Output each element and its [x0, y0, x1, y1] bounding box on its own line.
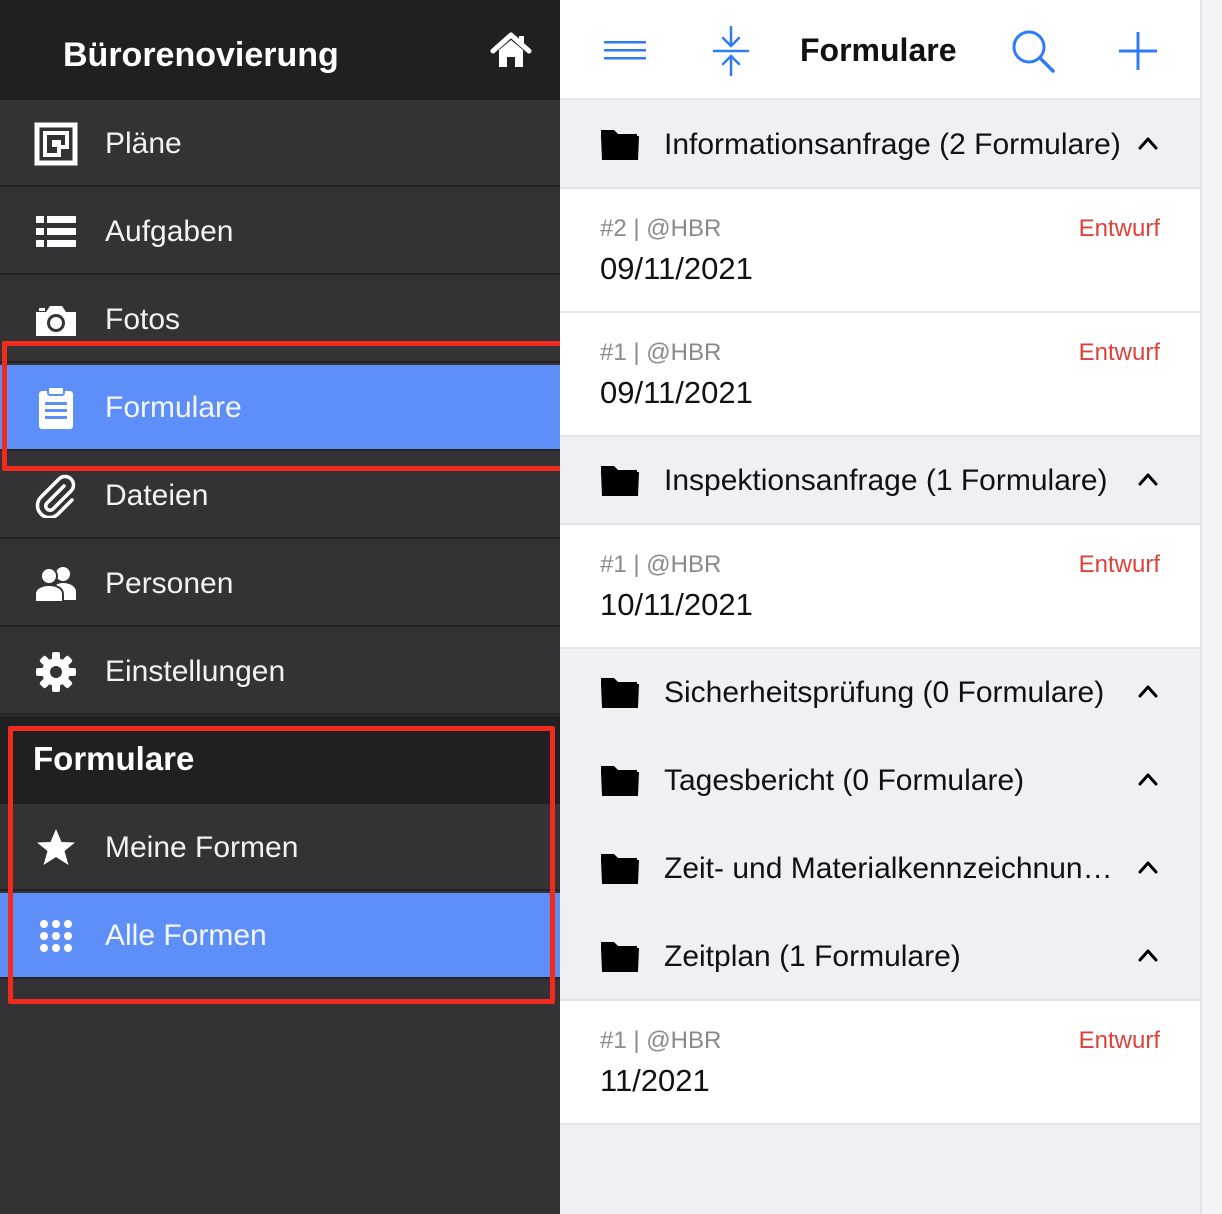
folder-icon	[600, 763, 640, 797]
chevron-up-icon[interactable]	[1136, 769, 1160, 789]
camera-icon	[34, 298, 78, 342]
form-date: 09/11/2021	[600, 251, 753, 286]
form-group-header[interactable]: Inspektionsanfrage (1 Formulare)	[560, 437, 1200, 525]
clipboard-icon	[34, 386, 78, 430]
form-group-header[interactable]: Sicherheitsprüfung (0 Formulare)	[560, 649, 1200, 737]
sidebar-item-label: Einstellungen	[105, 655, 286, 688]
sidebar-item-einstellungen[interactable]: Einstellungen	[0, 629, 560, 715]
sidebar: Bürorenovierung Pläne Aufgaben Fotos For…	[0, 0, 560, 1214]
grid-dots-icon	[34, 914, 78, 958]
form-date: 09/11/2021	[600, 375, 753, 410]
form-group-header[interactable]: Tagesbericht (0 Formulare)	[560, 737, 1200, 825]
form-group-label: Informationsanfrage (2 Formulare)	[664, 128, 1121, 161]
status-badge: Entwurf	[1078, 215, 1160, 242]
status-badge: Entwurf	[1078, 339, 1160, 366]
folder-icon	[600, 675, 640, 709]
sidebar-item-label: Dateien	[105, 479, 209, 512]
sidebar-item-label: Formulare	[105, 391, 242, 424]
people-icon	[34, 562, 78, 606]
section-header: Formulare	[0, 716, 560, 804]
right-edge-panel	[1200, 0, 1222, 1214]
sidebar-item-dateien[interactable]: Dateien	[0, 453, 560, 539]
project-title: Bürorenovierung	[63, 36, 339, 74]
sidebar-item-label: Pläne	[105, 127, 182, 160]
gear-icon	[34, 650, 78, 694]
sidebar-item-label: Meine Formen	[105, 831, 299, 864]
list-icon	[34, 210, 78, 254]
plans-icon	[34, 122, 78, 166]
main-panel: Formulare Informationsanfrage (2 Formula…	[560, 0, 1200, 1214]
form-date: 11/2021	[600, 1063, 710, 1098]
chevron-up-icon[interactable]	[1136, 681, 1160, 701]
folder-icon	[600, 463, 640, 497]
sidebar-item-fotos[interactable]: Fotos	[0, 277, 560, 363]
form-group-label: Zeitplan (1 Formulare)	[664, 940, 961, 973]
sidebar-item-personen[interactable]: Personen	[0, 541, 560, 627]
search-icon[interactable]	[1008, 26, 1058, 76]
star-icon	[34, 826, 78, 870]
form-row[interactable]: #1 | @HBR Entwurf 10/11/2021	[560, 525, 1200, 649]
menu-icon[interactable]	[600, 26, 650, 76]
chevron-up-icon[interactable]	[1136, 945, 1160, 965]
form-group-header[interactable]: Zeitplan (1 Formulare)	[560, 913, 1200, 1001]
sidebar-item-label: Aufgaben	[105, 215, 234, 248]
status-badge: Entwurf	[1078, 1027, 1160, 1054]
chevron-up-icon[interactable]	[1136, 857, 1160, 877]
collapse-icon[interactable]	[706, 25, 756, 77]
form-date: 10/11/2021	[600, 587, 753, 622]
folder-icon	[600, 851, 640, 885]
paperclip-icon	[34, 474, 78, 520]
form-group-label: Tagesbericht (0 Formulare)	[664, 764, 1025, 797]
page-title: Formulare	[800, 32, 957, 68]
sidebar-item-formulare[interactable]: Formulare	[0, 365, 560, 451]
form-meta: #2 | @HBR	[600, 215, 722, 242]
form-group-label: Inspektionsanfrage (1 Formulare)	[664, 464, 1108, 497]
form-row[interactable]: #1 | @HBR Entwurf 09/11/2021	[560, 313, 1200, 437]
sidebar-item-label: Personen	[105, 567, 234, 600]
folder-icon	[600, 127, 640, 161]
sidebar-item-aufgaben[interactable]: Aufgaben	[0, 189, 560, 275]
form-meta: #1 | @HBR	[600, 339, 722, 366]
home-icon[interactable]	[490, 30, 532, 72]
form-group-header[interactable]: Informationsanfrage (2 Formulare)	[560, 101, 1200, 189]
section-title: Formulare	[33, 740, 195, 777]
form-meta: #1 | @HBR	[600, 1027, 722, 1054]
sidebar-item-plaene[interactable]: Pläne	[0, 101, 560, 187]
chevron-up-icon[interactable]	[1136, 133, 1160, 153]
sidebar-item-label: Alle Formen	[105, 919, 267, 952]
sidebar-item-alle-formen[interactable]: Alle Formen	[0, 893, 560, 979]
status-badge: Entwurf	[1078, 551, 1160, 578]
sidebar-item-label: Fotos	[105, 303, 181, 336]
toolbar: Formulare	[560, 0, 1200, 100]
sidebar-item-meine-formen[interactable]: Meine Formen	[0, 805, 560, 891]
folder-icon	[600, 939, 640, 973]
form-group-header[interactable]: Zeit- und Materialkennzeichnungen (0 For…	[560, 825, 1200, 913]
form-row[interactable]: #1 | @HBR Entwurf 11/2021	[560, 1001, 1200, 1125]
add-icon[interactable]	[1113, 26, 1163, 76]
form-group-label: Sicherheitsprüfung (0 Formulare)	[664, 676, 1105, 709]
chevron-up-icon[interactable]	[1136, 469, 1160, 489]
form-meta: #1 | @HBR	[600, 551, 722, 578]
form-group-label: Zeit- und Materialkennzeichnungen (0 For…	[664, 852, 1124, 885]
form-row[interactable]: #2 | @HBR Entwurf 09/11/2021	[560, 189, 1200, 313]
sidebar-header: Bürorenovierung	[0, 0, 560, 100]
